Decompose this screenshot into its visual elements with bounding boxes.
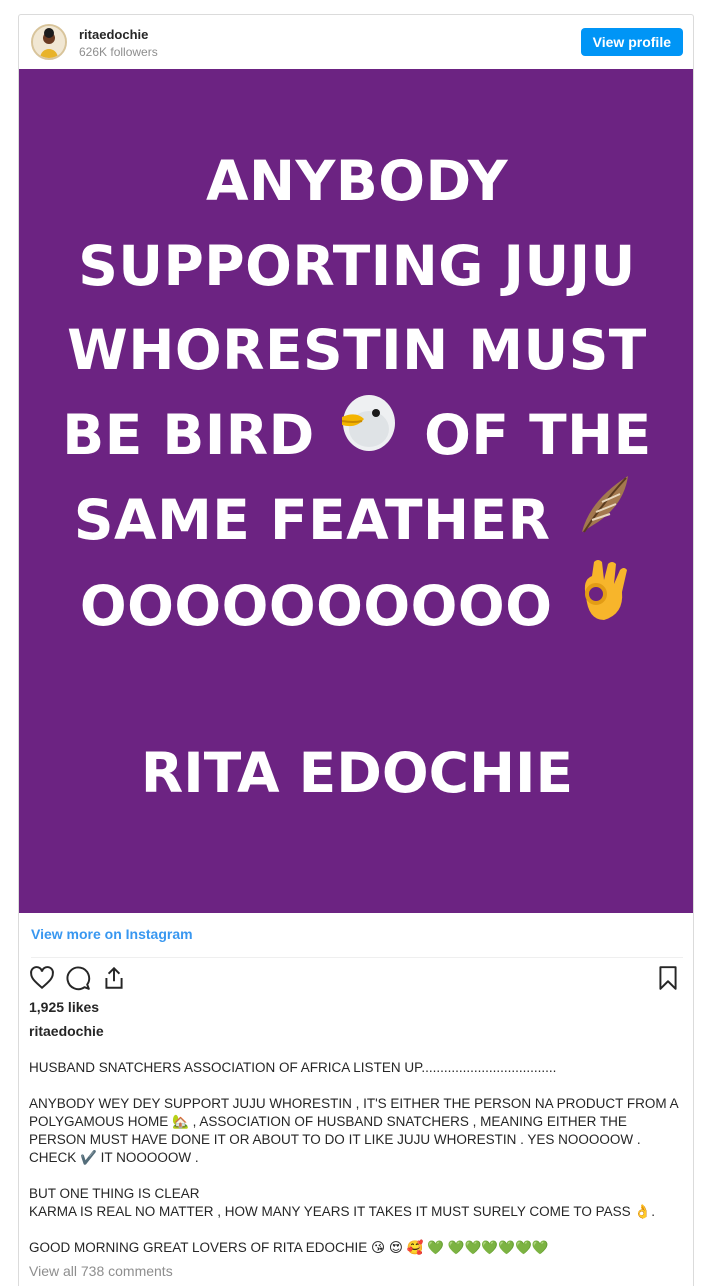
feather-emoji	[570, 470, 640, 564]
view-all-comments-link[interactable]: View all 738 comments	[29, 1263, 173, 1279]
like-count[interactable]: 1,925 likes	[29, 999, 99, 1015]
divider	[31, 957, 683, 958]
comment-icon[interactable]	[65, 965, 93, 993]
post-text-segment: OOOOOOOOOO	[79, 573, 553, 638]
post-image[interactable]: ANYBODY SUPPORTING JUJU WHORESTIN MUST B…	[19, 69, 693, 913]
action-bar	[19, 965, 693, 995]
post-text-line: ANYBODY	[205, 149, 509, 213]
post-text-line: SUPPORTING JUJU	[78, 233, 636, 298]
follower-count: 626K followers	[79, 45, 158, 59]
bookmark-icon[interactable]	[655, 965, 683, 993]
avatar-image	[33, 26, 65, 58]
heart-icon[interactable]	[29, 965, 57, 993]
post-text-line-with-emoji: OOOOOOOOOO	[19, 559, 693, 650]
post-text-line-with-emoji: SAME FEATHER	[19, 476, 693, 564]
caption-username[interactable]: ritaedochie	[29, 1023, 104, 1039]
post-text-segment: BE BIRD	[62, 402, 315, 467]
view-profile-button[interactable]: View profile	[580, 28, 683, 56]
post-image-text: ANYBODY SUPPORTING JUJU WHORESTIN MUST B…	[19, 139, 693, 650]
bird-emoji	[334, 385, 404, 479]
share-icon[interactable]	[101, 965, 129, 993]
caption-paragraph: GOOD MORNING GREAT LOVERS OF RITA EDOCHI…	[29, 1240, 549, 1255]
caption-line: BUT ONE THING IS CLEAR	[29, 1186, 200, 1201]
caption-paragraph: HUSBAND SNATCHERS ASSOCIATION OF AFRICA …	[29, 1060, 557, 1075]
instagram-embed-card: ritaedochie 626K followers View profile …	[18, 14, 694, 1286]
caption: HUSBAND SNATCHERS ASSOCIATION OF AFRICA …	[29, 1059, 679, 1275]
post-text-line: WHORESTIN MUST	[67, 318, 647, 382]
caption-line: KARMA IS REAL NO MATTER , HOW MANY YEARS…	[29, 1204, 655, 1219]
view-more-link[interactable]: View more on Instagram	[31, 926, 193, 942]
username[interactable]: ritaedochie	[79, 27, 148, 42]
post-text-segment: OF THE	[424, 402, 652, 467]
caption-paragraph: ANYBODY WEY DEY SUPPORT JUJU WHORESTIN ,…	[29, 1096, 678, 1165]
post-signature: RITA EDOCHIE	[140, 741, 574, 805]
post-text-line-with-emoji: BE BIRD OF THE	[19, 393, 693, 479]
caption-paragraph: BUT ONE THING IS CLEAR KARMA IS REAL NO …	[29, 1185, 679, 1221]
ok-hand-emoji	[572, 556, 634, 650]
avatar[interactable]	[31, 24, 67, 60]
post-text-segment: SAME FEATHER	[73, 488, 551, 553]
post-header: ritaedochie 626K followers View profile	[19, 15, 693, 69]
